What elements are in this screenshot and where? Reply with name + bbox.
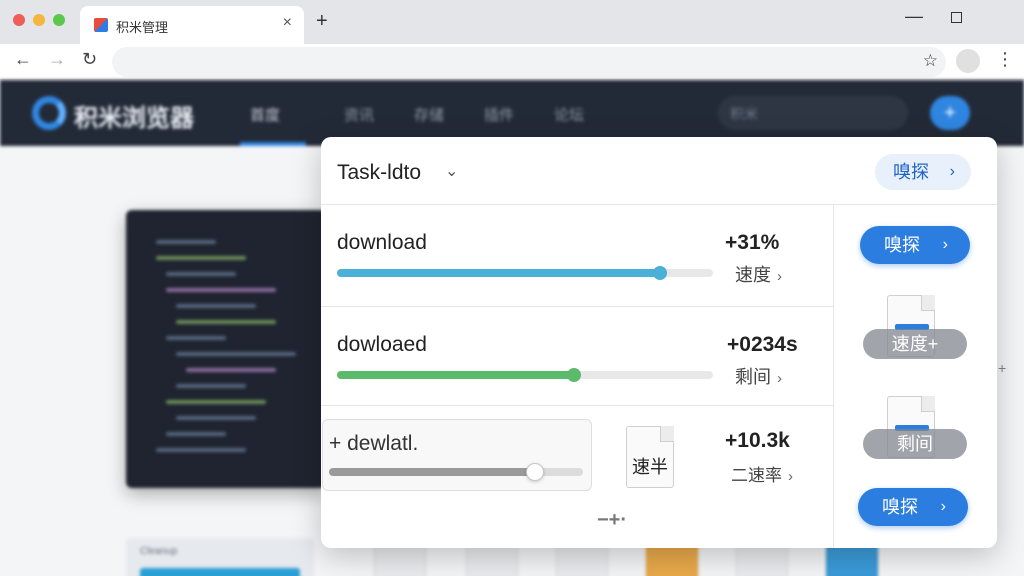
download-task-panel: Task-ldto ⌄ 嗅探 › download +31% 速度 › dowlo… — [321, 137, 997, 548]
chevron-right-icon: › — [777, 370, 782, 387]
site-search[interactable]: 积米 — [718, 96, 908, 130]
bottom-card: Cleanup — [126, 538, 314, 576]
download-name: download — [337, 231, 427, 254]
close-window-dot[interactable] — [13, 14, 25, 26]
divider — [321, 306, 833, 307]
sniff-button-bottom[interactable]: 嗅探 › — [858, 488, 968, 526]
site-nav-item[interactable]: 插件 — [484, 104, 514, 125]
avatar[interactable] — [956, 49, 980, 73]
site-nav-item[interactable]: 存储 — [414, 104, 444, 125]
site-nav-item[interactable]: 首度 — [250, 104, 280, 125]
remaining-label: 剩间 — [735, 367, 771, 387]
divider — [321, 405, 833, 406]
browser-tab[interactable]: 积米管理 × — [80, 6, 304, 44]
site-nav-item[interactable]: 论坛 — [554, 104, 584, 125]
chevron-right-icon: › — [942, 236, 948, 253]
minimize-button[interactable]: — — [905, 6, 923, 27]
sniff-label: 嗅探 — [884, 235, 920, 255]
address-bar[interactable]: ☆ — [112, 47, 946, 77]
tab-favicon-icon — [94, 18, 108, 32]
progress-fill — [329, 468, 535, 476]
progress-fill — [337, 269, 661, 277]
header-sniff-button[interactable]: 嗅探 › — [875, 154, 971, 190]
download-time: +0234s — [727, 333, 798, 356]
download-name: + dewlatl. — [329, 432, 419, 455]
code-editor-preview — [126, 210, 326, 488]
zoom-window-dot[interactable] — [53, 14, 65, 26]
bottom-card-bar — [140, 568, 300, 576]
site-nav-item[interactable]: 资讯 — [344, 104, 374, 125]
progress-knob[interactable] — [653, 266, 668, 280]
progress-track — [329, 463, 583, 481]
chevron-right-icon: › — [940, 498, 946, 515]
tab-title: 积米管理 — [116, 20, 169, 35]
rate-label: 二速率 — [731, 466, 782, 485]
document-fold — [921, 295, 935, 311]
download-rate-link[interactable]: 二速率 › — [731, 461, 793, 486]
document-fold — [921, 396, 935, 412]
forward-icon[interactable]: → — [48, 49, 66, 70]
bottom-card-label: Cleanup — [140, 546, 178, 557]
site-plus-button[interactable]: + — [930, 96, 970, 130]
site-logo: 积米浏览器 — [74, 105, 194, 132]
maximize-icon[interactable] — [951, 12, 962, 23]
speed-label: 速度 — [735, 265, 771, 285]
chevron-right-icon: › — [788, 468, 793, 485]
star-icon[interactable]: ☆ — [923, 51, 938, 71]
logo-icon — [32, 96, 66, 130]
zoom-controls[interactable]: −+· — [597, 509, 627, 532]
download-remaining-link[interactable]: 剩间 › — [735, 363, 782, 389]
panel-title[interactable]: Task-ldto — [337, 161, 421, 185]
chevron-right-icon: › — [777, 268, 782, 285]
minimize-window-dot[interactable] — [33, 14, 45, 26]
progress-track — [337, 368, 713, 382]
document-fold — [660, 426, 674, 442]
document-label: 速半 — [632, 457, 668, 477]
download-name: dowloaed — [337, 333, 427, 356]
header-sniff-label: 嗅探 — [893, 162, 929, 182]
chevron-down-icon[interactable]: ⌄ — [445, 161, 458, 181]
progress-fill — [337, 371, 574, 379]
reload-icon[interactable]: ↻ — [82, 49, 97, 70]
progress-knob[interactable] — [566, 368, 581, 382]
menu-icon[interactable]: ⋮ — [996, 49, 1014, 70]
sniff-label: 嗅探 — [882, 497, 918, 517]
progress-track — [337, 266, 713, 280]
back-icon[interactable]: ← — [14, 49, 32, 70]
download-speed-link[interactable]: 速度 › — [735, 261, 782, 287]
download-percent: +31% — [725, 231, 780, 254]
browser-toolbar: ← → ↻ ☆ ⋮ — [0, 44, 1024, 80]
new-tab-button[interactable]: + — [316, 10, 328, 33]
remaining-tag[interactable]: 剩间 — [863, 429, 967, 459]
divider — [321, 204, 997, 205]
plus-icon[interactable]: + — [998, 360, 1006, 376]
site-nav-active-indicator — [240, 142, 306, 146]
tab-close-icon[interactable]: × — [283, 14, 292, 32]
speed-tag[interactable]: 速度+ — [863, 329, 967, 359]
browser-titlebar: 积米管理 × + — — [0, 0, 1024, 44]
divider — [833, 204, 834, 548]
download-row-dragged[interactable]: + dewlatl. — [322, 419, 592, 491]
chevron-right-icon: › — [949, 163, 955, 180]
sniff-button-top[interactable]: 嗅探 › — [860, 226, 970, 264]
download-size: +10.3k — [725, 429, 790, 452]
site-search-placeholder: 积米 — [730, 106, 758, 122]
progress-knob[interactable] — [525, 463, 544, 481]
